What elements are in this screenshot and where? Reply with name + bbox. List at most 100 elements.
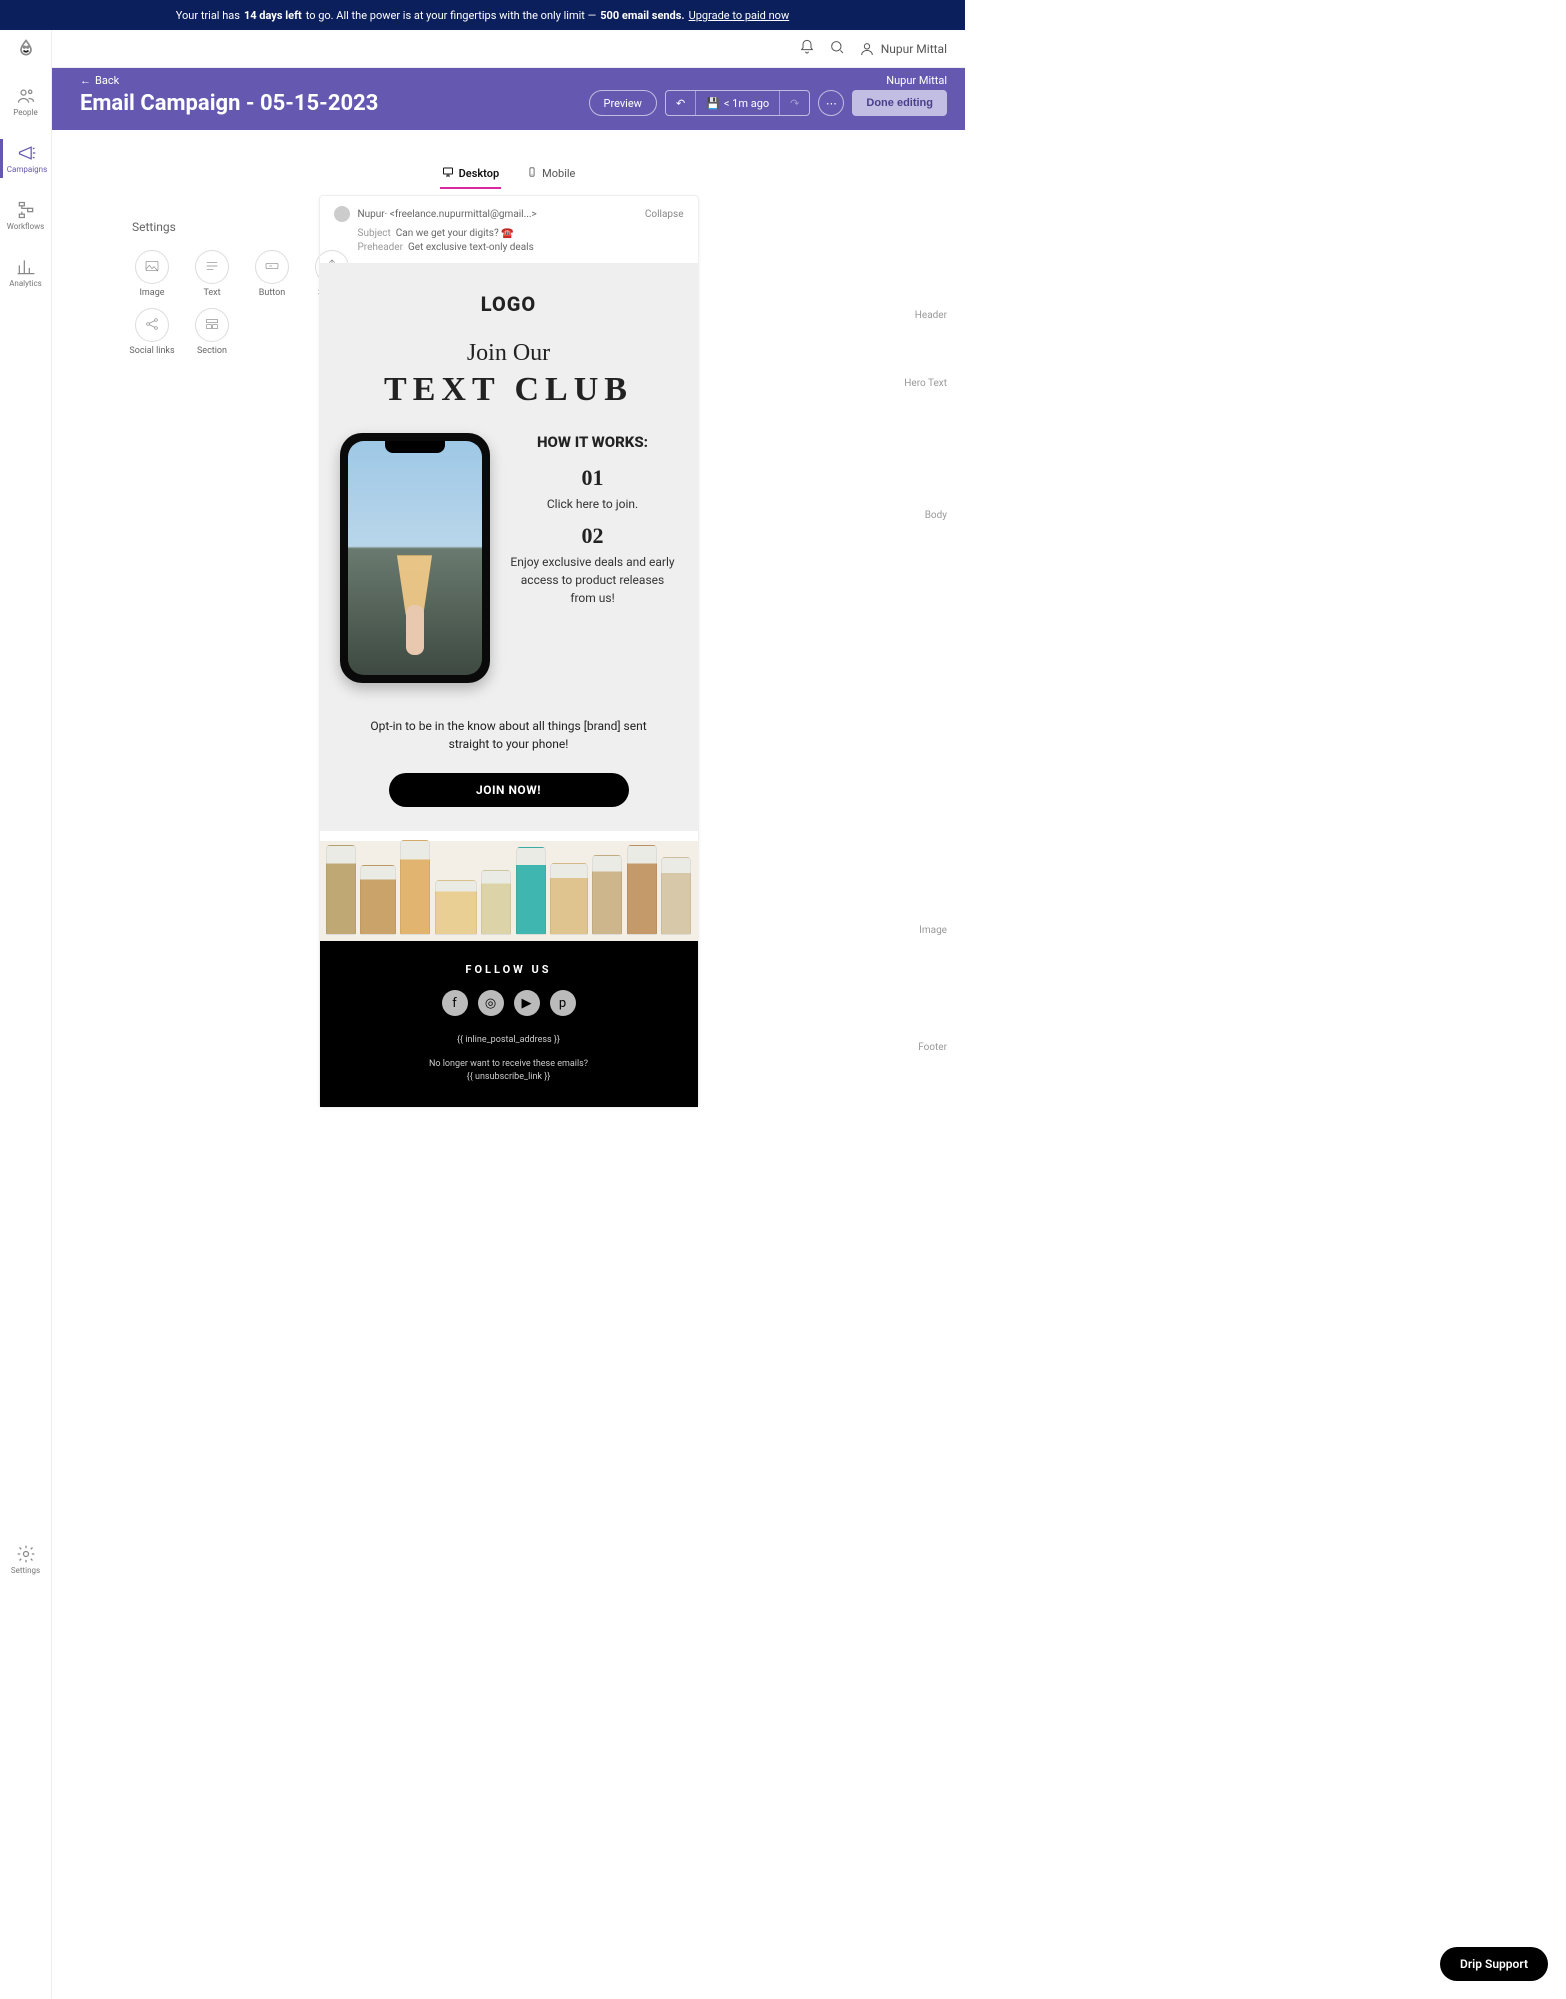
email-meta: Nupur· <freelance.nupurmittal@gmail...> … bbox=[320, 196, 698, 264]
pinterest-icon[interactable]: p bbox=[550, 990, 576, 1016]
arrow-left-icon: ← bbox=[80, 74, 91, 87]
desktop-icon bbox=[442, 166, 454, 181]
device-tabs: Desktop Mobile bbox=[189, 160, 829, 189]
redo-button[interactable]: ↷ bbox=[780, 91, 809, 115]
join-now-button[interactable]: JOIN NOW! bbox=[389, 773, 629, 807]
product-image bbox=[320, 831, 698, 941]
text-icon bbox=[204, 258, 220, 277]
region-image: Image bbox=[919, 925, 947, 936]
undo-icon: ↶ bbox=[676, 97, 685, 110]
hiw-title: HOW IT WORKS: bbox=[508, 433, 678, 451]
avatar bbox=[334, 206, 350, 222]
share-icon bbox=[144, 316, 160, 335]
preview-button[interactable]: Preview bbox=[589, 90, 657, 116]
collapse-button[interactable]: Collapse bbox=[645, 209, 684, 220]
upgrade-link[interactable]: Upgrade to paid now bbox=[689, 9, 790, 22]
more-icon: ⋯ bbox=[826, 97, 837, 110]
nav-settings-label: Settings bbox=[11, 1566, 40, 1575]
bell-icon[interactable] bbox=[799, 39, 815, 58]
user-name: Nupur Mittal bbox=[881, 42, 947, 56]
back-button[interactable]: ← Back bbox=[80, 74, 119, 87]
step2-num: 02 bbox=[508, 523, 678, 549]
component-text[interactable]: Text bbox=[182, 250, 242, 298]
region-hero: Hero Text bbox=[904, 378, 947, 389]
component-section[interactable]: Section bbox=[182, 308, 242, 356]
nav-people[interactable]: People bbox=[0, 82, 51, 121]
subject-label: Subject bbox=[358, 228, 391, 239]
email-body[interactable]: LOGO Join Our TEXT CLUB HOW IT WORKS: 01… bbox=[320, 264, 698, 1107]
redo-icon: ↷ bbox=[790, 97, 799, 110]
instagram-icon[interactable]: ◎ bbox=[478, 990, 504, 1016]
trial-middle: to go. All the power is at your fingerti… bbox=[306, 9, 596, 22]
region-body: Body bbox=[925, 510, 947, 521]
mobile-icon bbox=[527, 166, 537, 181]
nav-workflows[interactable]: Workflows bbox=[0, 196, 51, 235]
trial-days: 14 days left bbox=[244, 9, 302, 22]
footer-unsub-text: No longer want to receive these emails? bbox=[330, 1058, 688, 1072]
component-image[interactable]: Image bbox=[122, 250, 182, 298]
side-nav: People Campaigns Workflows Analytics Set… bbox=[0, 30, 52, 1999]
region-footer: Footer bbox=[918, 1042, 947, 1053]
step2-text: Enjoy exclusive deals and early access t… bbox=[508, 553, 678, 607]
tab-mobile[interactable]: Mobile bbox=[525, 160, 577, 189]
region-header: Header bbox=[915, 310, 947, 321]
nav-analytics-label: Analytics bbox=[9, 279, 42, 288]
preheader-value[interactable]: Get exclusive text-only deals bbox=[408, 242, 534, 253]
component-social[interactable]: Social links bbox=[122, 308, 182, 356]
search-icon[interactable] bbox=[829, 39, 845, 58]
trial-banner: Your trial has 14 days left to go. All t… bbox=[0, 0, 965, 30]
hero-line1: Join Our bbox=[320, 340, 698, 367]
phone-image bbox=[340, 433, 490, 683]
follow-title: FOLLOW US bbox=[330, 963, 688, 976]
email-preview: Nupur· <freelance.nupurmittal@gmail...> … bbox=[319, 195, 699, 1108]
save-status[interactable]: 💾 < 1m ago bbox=[695, 91, 780, 115]
app-logo[interactable] bbox=[16, 38, 36, 64]
nav-analytics[interactable]: Analytics bbox=[0, 253, 51, 292]
youtube-icon[interactable]: ▶ bbox=[514, 990, 540, 1016]
footer-address: {{ inline_postal_address }} bbox=[330, 1034, 688, 1048]
trial-prefix: Your trial has bbox=[176, 9, 240, 22]
more-button[interactable]: ⋯ bbox=[818, 90, 844, 116]
from-value: Nupur· <freelance.nupurmittal@gmail...> bbox=[358, 209, 537, 220]
header-author: Nupur Mittal bbox=[886, 74, 947, 87]
back-label: Back bbox=[95, 74, 119, 87]
user-icon[interactable]: Nupur Mittal bbox=[859, 41, 947, 57]
support-button[interactable]: Drip Support bbox=[1440, 1947, 1548, 1981]
hero-text: Join Our TEXT CLUB bbox=[320, 340, 698, 409]
component-image-label: Image bbox=[139, 288, 164, 298]
page-header: ← Back Nupur Mittal Email Campaign - 05-… bbox=[0, 68, 965, 130]
nav-settings[interactable]: Settings bbox=[0, 1540, 51, 1579]
nav-people-label: People bbox=[13, 108, 37, 117]
component-social-label: Social links bbox=[129, 346, 174, 356]
nav-campaigns[interactable]: Campaigns bbox=[0, 139, 51, 178]
step1-num: 01 bbox=[508, 465, 678, 491]
done-editing-button[interactable]: Done editing bbox=[852, 90, 947, 116]
step1-text: Click here to join. bbox=[508, 495, 678, 513]
undo-button[interactable]: ↶ bbox=[666, 91, 695, 115]
nav-campaigns-label: Campaigns bbox=[7, 165, 47, 174]
save-time: < 1m ago bbox=[724, 97, 769, 110]
save-icon: 💾 bbox=[706, 97, 720, 110]
component-button-label: Button bbox=[259, 288, 285, 298]
tab-desktop-label: Desktop bbox=[459, 167, 500, 180]
email-logo: LOGO bbox=[320, 284, 698, 340]
trial-limit: 500 email sends. bbox=[600, 9, 684, 22]
history-control: ↶ 💾 < 1m ago ↷ bbox=[665, 90, 810, 116]
tab-mobile-label: Mobile bbox=[542, 167, 575, 180]
subject-value[interactable]: Can we get your digits? ☎️ bbox=[396, 228, 514, 239]
button-icon bbox=[264, 258, 280, 277]
section-icon bbox=[204, 316, 220, 335]
preheader-label: Preheader bbox=[358, 242, 404, 253]
how-it-works: HOW IT WORKS: 01 Click here to join. 02 … bbox=[320, 409, 698, 693]
page-title: Email Campaign - 05-15-2023 bbox=[80, 91, 378, 116]
facebook-icon[interactable]: f bbox=[442, 990, 468, 1016]
component-text-label: Text bbox=[203, 288, 220, 298]
component-button[interactable]: Button bbox=[242, 250, 302, 298]
email-footer: FOLLOW US f ◎ ▶ p {{ inline_postal_addre… bbox=[320, 941, 698, 1107]
component-section-label: Section bbox=[197, 346, 227, 356]
optin-text: Opt-in to be in the know about all thing… bbox=[320, 693, 698, 753]
hero-line2: TEXT CLUB bbox=[320, 371, 698, 409]
image-icon bbox=[144, 258, 160, 277]
nav-workflows-label: Workflows bbox=[7, 222, 45, 231]
tab-desktop[interactable]: Desktop bbox=[440, 160, 502, 189]
